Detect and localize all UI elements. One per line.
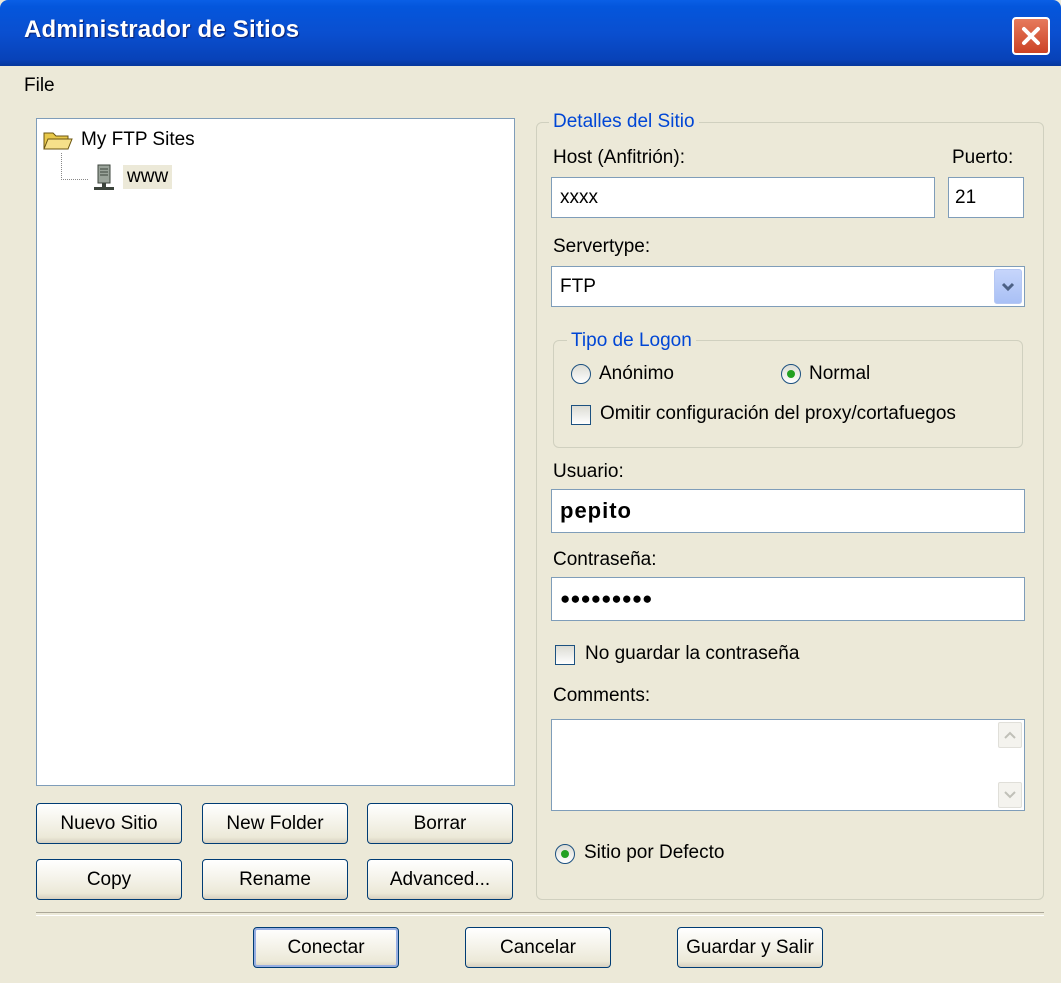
connect-button[interactable]: Conectar (253, 927, 399, 968)
password-label: Contraseña: (553, 549, 657, 570)
chevron-down-icon (1004, 791, 1016, 799)
site-details-legend: Detalles del Sitio (549, 111, 699, 133)
user-input[interactable]: pepito (551, 489, 1025, 533)
password-input[interactable]: ●●●●●●●●● (551, 577, 1025, 621)
new-site-button[interactable]: Nuevo Sitio (36, 803, 182, 844)
rename-button[interactable]: Rename (202, 859, 348, 900)
user-label: Usuario: (553, 461, 624, 482)
menu-bar: File (0, 66, 1061, 104)
delete-button[interactable]: Borrar (367, 803, 513, 844)
scroll-up-button[interactable] (998, 722, 1022, 748)
tree-child-label: www (123, 165, 173, 189)
default-site-radio[interactable] (555, 844, 575, 864)
server-icon (94, 164, 114, 190)
tree-item-root[interactable]: My FTP Sites (43, 129, 195, 151)
user-value: pepito (560, 498, 632, 523)
save-exit-label: Guardar y Salir (686, 936, 814, 958)
anonymous-radio[interactable] (571, 364, 591, 384)
dropdown-button[interactable] (994, 269, 1022, 304)
chevron-down-icon (1001, 282, 1015, 291)
scroll-down-button[interactable] (998, 782, 1022, 808)
normal-radio[interactable] (781, 364, 801, 384)
port-label: Puerto: (952, 147, 1014, 168)
cancel-label: Cancelar (499, 936, 577, 958)
advanced-label: Advanced... (389, 868, 491, 890)
default-site-label[interactable]: Sitio por Defecto (584, 842, 724, 864)
tree-connector (61, 153, 88, 180)
logon-type-group (553, 340, 1023, 448)
close-button[interactable] (1012, 17, 1050, 55)
rename-label: Rename (239, 868, 311, 890)
comments-textarea[interactable] (551, 719, 1025, 811)
bypass-proxy-checkbox[interactable] (571, 405, 591, 425)
site-tree[interactable]: My FTP Sites www (36, 118, 515, 786)
connect-label: Conectar (287, 936, 365, 958)
host-label: Host (Anfitrión): (553, 147, 685, 168)
close-icon (1022, 27, 1040, 45)
tree-item-www[interactable]: www (91, 163, 173, 191)
cancel-button[interactable]: Cancelar (465, 927, 611, 968)
copy-label: Copy (86, 868, 132, 890)
new-site-label: Nuevo Sitio (60, 812, 158, 834)
folder-open-icon (43, 132, 73, 150)
advanced-button[interactable]: Advanced... (367, 859, 513, 900)
bypass-proxy-label[interactable]: Omitir configuración del proxy/cortafueg… (600, 403, 956, 425)
dont-save-password-checkbox[interactable] (555, 645, 575, 665)
port-value: 21 (955, 186, 977, 208)
normal-label[interactable]: Normal (809, 363, 870, 385)
chevron-up-icon (1004, 731, 1016, 739)
menu-file[interactable]: File (24, 75, 55, 97)
comments-label: Comments: (553, 685, 651, 706)
servertype-value: FTP (560, 275, 596, 297)
new-folder-button[interactable]: New Folder (202, 803, 348, 844)
copy-button[interactable]: Copy (36, 859, 182, 900)
delete-label: Borrar (413, 812, 467, 834)
window-title: Administrador de Sitios (24, 16, 300, 43)
title-bar: Administrador de Sitios (0, 0, 1061, 66)
tree-root-label: My FTP Sites (81, 129, 195, 150)
logon-type-legend: Tipo de Logon (567, 330, 696, 352)
servertype-label: Servertype: (553, 236, 651, 257)
save-exit-button[interactable]: Guardar y Salir (677, 927, 823, 968)
separator (36, 912, 1044, 916)
host-input[interactable]: xxxx (551, 177, 935, 218)
anonymous-label[interactable]: Anónimo (599, 363, 674, 385)
new-folder-label: New Folder (226, 812, 324, 834)
servertype-select[interactable]: FTP (551, 266, 1025, 307)
host-value: xxxx (560, 186, 598, 208)
password-value: ●●●●●●●●● (560, 589, 653, 608)
dont-save-password-label[interactable]: No guardar la contraseña (585, 643, 799, 665)
port-input[interactable]: 21 (948, 177, 1024, 218)
